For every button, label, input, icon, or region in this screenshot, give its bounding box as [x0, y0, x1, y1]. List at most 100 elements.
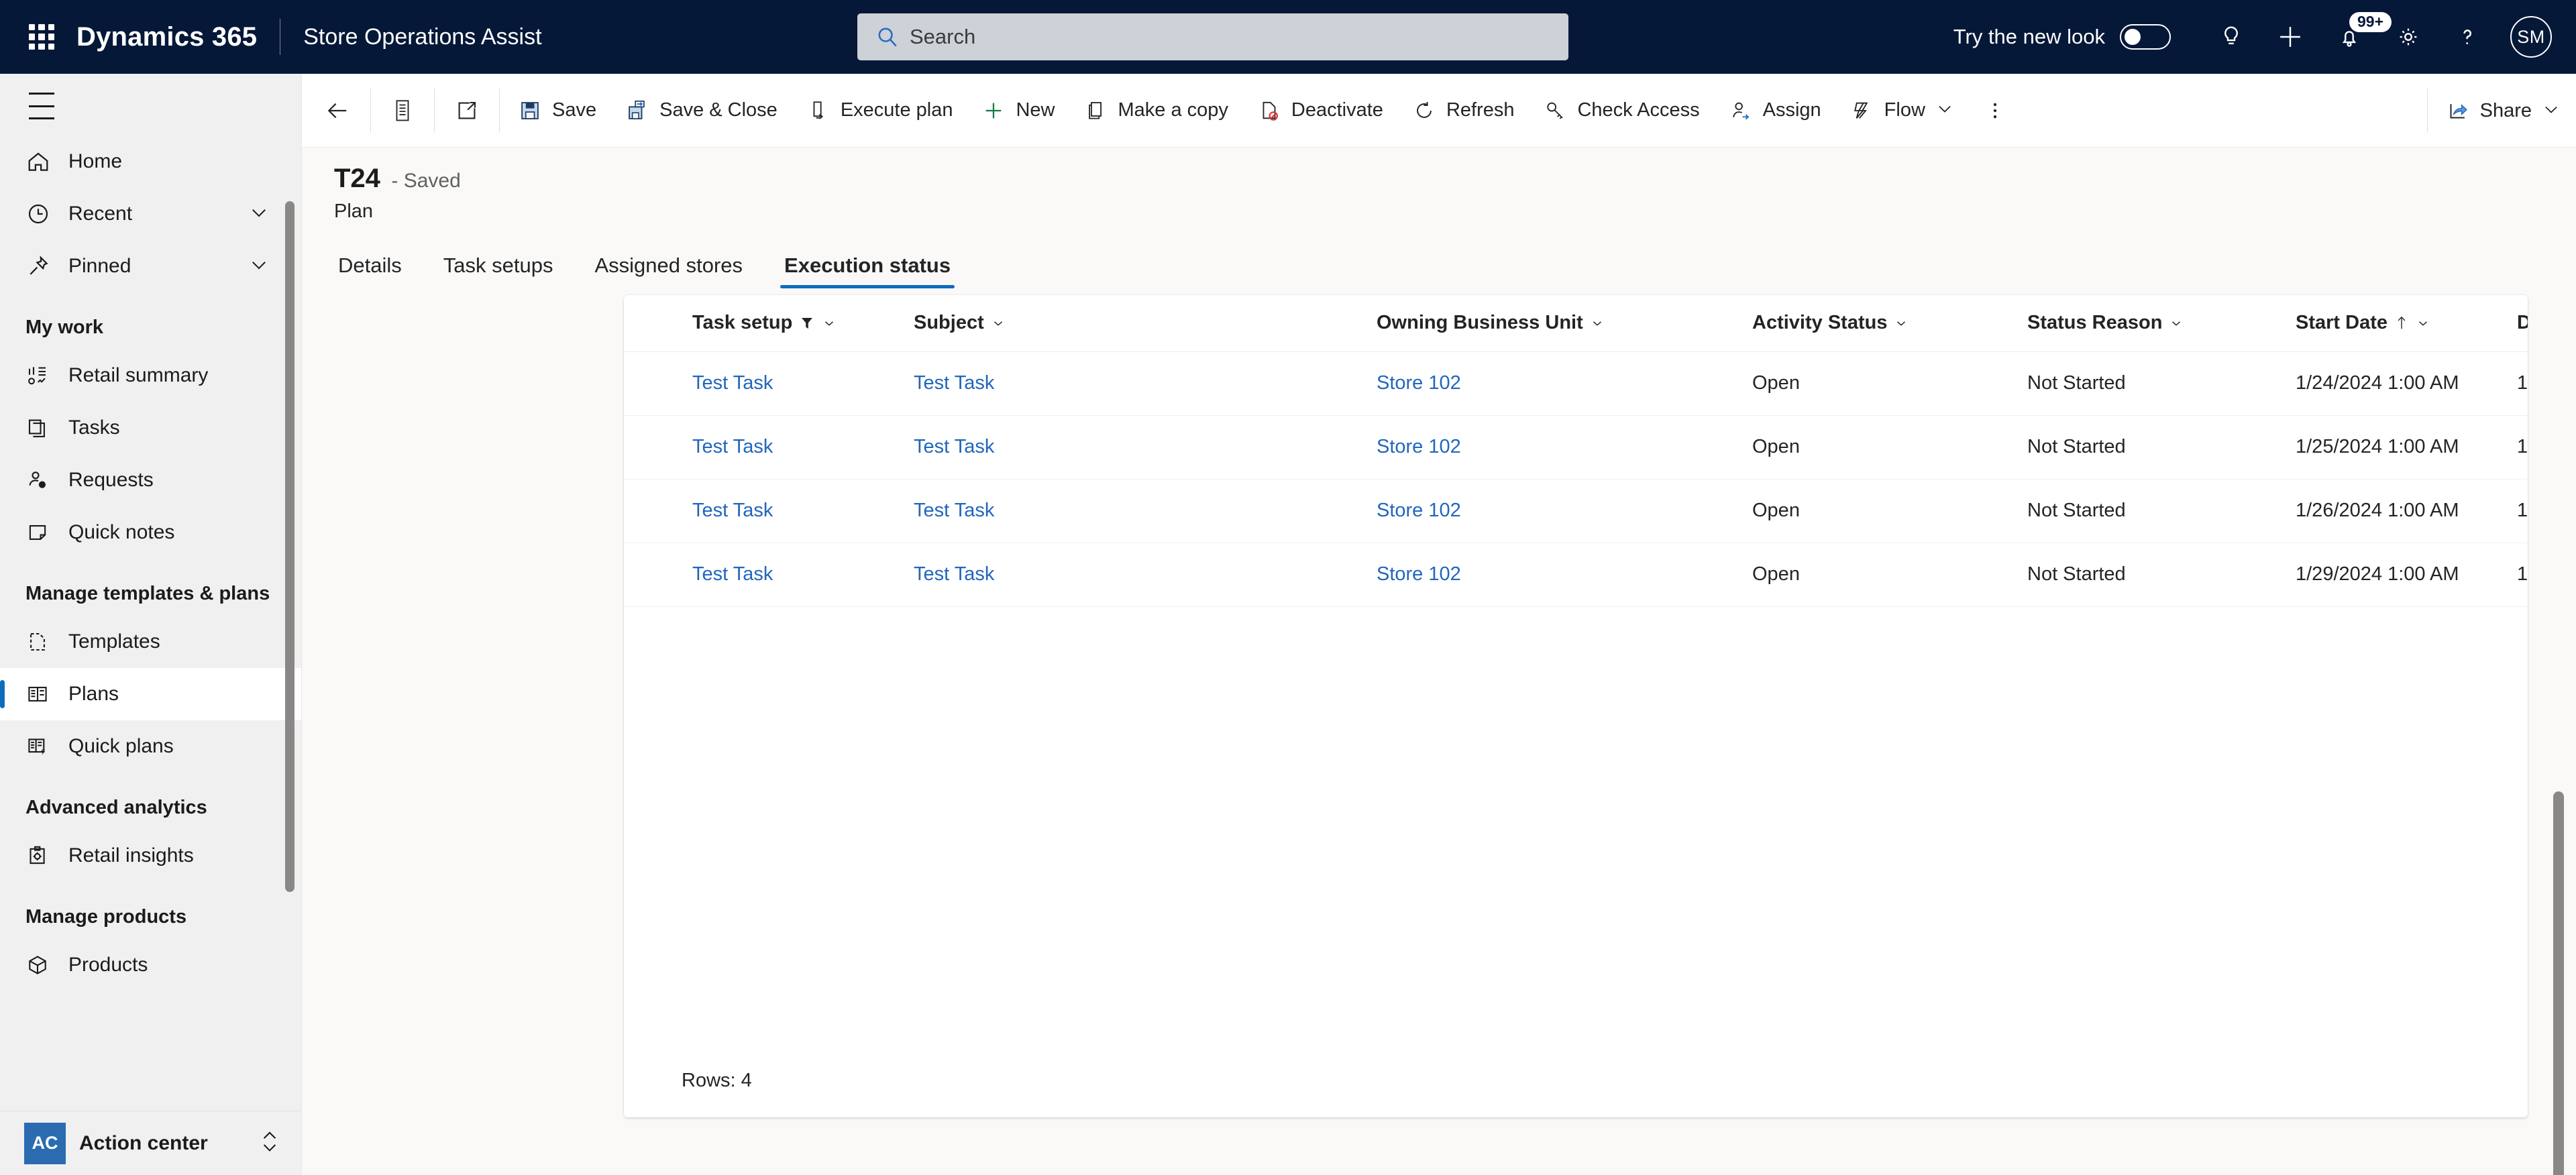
share-button[interactable]: Share — [2432, 74, 2576, 148]
sidebar-item-templates[interactable]: Templates — [0, 616, 301, 668]
sidebar-item-retail-summary[interactable]: Retail summary — [0, 349, 301, 402]
deactivate-button[interactable]: Deactivate — [1243, 74, 1398, 148]
global-search[interactable]: Search — [857, 13, 1568, 60]
plans-icon — [25, 682, 58, 706]
column-header-activity-status[interactable]: Activity Status — [1741, 295, 2017, 352]
tab-assigned-stores[interactable]: Assigned stores — [590, 254, 747, 288]
cell-task-setup[interactable]: Test Task — [682, 543, 903, 607]
table-row[interactable]: Test Task Test Task Store 102 Open Not S… — [624, 543, 2528, 607]
column-header-task-setup[interactable]: Task setup — [682, 295, 903, 352]
cell-subject[interactable]: Test Task — [903, 351, 1366, 416]
brand-label[interactable]: Dynamics 365 — [76, 22, 257, 52]
cell-owning-business-unit[interactable]: Store 102 — [1366, 543, 1741, 607]
command-label: Save — [552, 99, 597, 121]
back-button[interactable] — [309, 74, 366, 148]
popout-button[interactable] — [439, 74, 495, 148]
command-bar: Save Save & Close Execute plan New Make … — [302, 74, 2576, 148]
chevron-down-icon — [1593, 321, 1601, 326]
table-row[interactable]: Test Task Test Task Store 102 Open Not S… — [624, 479, 2528, 543]
save-and-close-button[interactable]: Save & Close — [611, 74, 792, 148]
hamburger-menu-icon[interactable] — [29, 93, 61, 119]
column-header-start-date[interactable]: Start Date — [2285, 295, 2506, 352]
execute-plan-button[interactable]: Execute plan — [792, 74, 968, 148]
sidebar-item-recent[interactable]: Recent — [0, 188, 301, 240]
sidebar-item-tasks[interactable]: Tasks — [0, 402, 301, 454]
page-scrollbar[interactable] — [2553, 791, 2564, 1175]
template-icon — [25, 630, 58, 654]
chevron-down-icon[interactable] — [248, 254, 270, 280]
make-a-copy-button[interactable]: Make a copy — [1070, 74, 1243, 148]
cell-owning-business-unit[interactable]: Store 102 — [1366, 351, 1741, 416]
sidebar-item-label: Quick notes — [68, 521, 175, 544]
plus-icon[interactable] — [2261, 0, 2320, 74]
bell-icon[interactable]: 99+ — [2320, 0, 2392, 74]
sidebar-item-pinned[interactable]: Pinned — [0, 240, 301, 292]
avatar[interactable]: SM — [2510, 16, 2552, 58]
column-label: Status Reason — [2027, 312, 2163, 334]
cell-owning-business-unit[interactable]: Store 102 — [1366, 479, 1741, 543]
help-icon[interactable] — [2438, 0, 2497, 74]
lightbulb-icon[interactable] — [2202, 0, 2261, 74]
sidebar-item-label: Quick plans — [68, 735, 174, 758]
more-commands-button[interactable] — [1970, 74, 2021, 148]
cell-start-date: 1/29/2024 1:00 AM — [2285, 543, 2506, 607]
cell-activity-status: Open — [1741, 543, 2017, 607]
assign-button[interactable]: Assign — [1715, 74, 1836, 148]
cell-task-setup[interactable]: Test Task — [682, 351, 903, 416]
sidebar-item-quick-plans[interactable]: Quick plans — [0, 720, 301, 773]
sidebar-item-label: Tasks — [68, 416, 120, 439]
table-row[interactable]: Test Task Test Task Store 102 Open Not S… — [624, 415, 2528, 480]
column-header-status-reason[interactable]: Status Reason — [2017, 295, 2285, 352]
sidebar-item-products[interactable]: Products — [0, 939, 301, 991]
sidebar-item-retail-insights[interactable]: Retail insights — [0, 830, 301, 882]
column-header-owning-business-unit[interactable]: Owning Business Unit — [1366, 295, 1741, 352]
chevron-down-icon[interactable] — [2541, 99, 2561, 123]
check-access-button[interactable]: Check Access — [1529, 74, 1714, 148]
sidebar-item-requests[interactable]: ? Requests — [0, 454, 301, 506]
gear-icon[interactable] — [2379, 0, 2438, 74]
command-label: Share — [2479, 99, 2532, 121]
insights-icon — [25, 844, 58, 868]
search-input[interactable]: Search — [857, 13, 1568, 60]
new-button[interactable]: New — [967, 74, 1069, 148]
filter-icon — [802, 317, 813, 329]
sidebar-item-quick-notes[interactable]: Quick notes — [0, 506, 301, 559]
form-selector-icon[interactable] — [375, 74, 430, 148]
column-header-subject[interactable]: Subject — [903, 295, 1366, 352]
cell-task-setup[interactable]: Test Task — [682, 415, 903, 480]
chevron-down-icon[interactable] — [1935, 99, 1955, 122]
table-row[interactable]: Test Task Test Task Store 102 Open Not S… — [624, 351, 2528, 416]
flow-button[interactable]: Flow — [1836, 74, 1970, 148]
chevron-up-down-icon[interactable] — [258, 1127, 281, 1159]
sidebar-scroll-region: Home Recent Pinned My work Retail summar… — [0, 74, 301, 1111]
action-center[interactable]: AC Action center — [0, 1111, 301, 1175]
chevron-down-icon[interactable] — [248, 201, 270, 227]
sidebar-item-plans[interactable]: Plans — [0, 668, 301, 721]
cell-subject[interactable]: Test Task — [903, 479, 1366, 543]
cell-subject[interactable]: Test Task — [903, 415, 1366, 480]
sidebar-item-label: Recent — [68, 203, 133, 225]
command-label: Save & Close — [659, 99, 777, 121]
tab-details[interactable]: Details — [334, 254, 406, 288]
app-launcher-icon[interactable] — [27, 22, 56, 52]
column-label: Subject — [914, 312, 984, 334]
refresh-button[interactable]: Refresh — [1398, 74, 1529, 148]
sidebar-scrollbar[interactable] — [285, 201, 294, 892]
column-label: Task setup — [692, 312, 793, 334]
save-button[interactable]: Save — [504, 74, 611, 148]
row-gutter — [624, 415, 682, 480]
tab-task-setups[interactable]: Task setups — [439, 254, 557, 288]
column-header-due-date[interactable]: Due Date — [2506, 295, 2528, 352]
cell-subject[interactable]: Test Task — [903, 543, 1366, 607]
command-label: Execute plan — [840, 99, 953, 121]
cell-owning-business-unit[interactable]: Store 102 — [1366, 415, 1741, 480]
new-look-toggle[interactable] — [2120, 24, 2171, 50]
note-icon — [25, 520, 58, 545]
data-table: Task setup Subject Owning Business Unit … — [624, 295, 2528, 607]
app-name-label[interactable]: Store Operations Assist — [303, 24, 541, 50]
try-new-look-toggle-group[interactable]: Try the new look — [1953, 24, 2171, 50]
tab-execution-status[interactable]: Execution status — [780, 254, 955, 288]
column-label: Due Date — [2517, 312, 2528, 334]
cell-task-setup[interactable]: Test Task — [682, 479, 903, 543]
sidebar-item-home[interactable]: Home — [0, 135, 301, 188]
